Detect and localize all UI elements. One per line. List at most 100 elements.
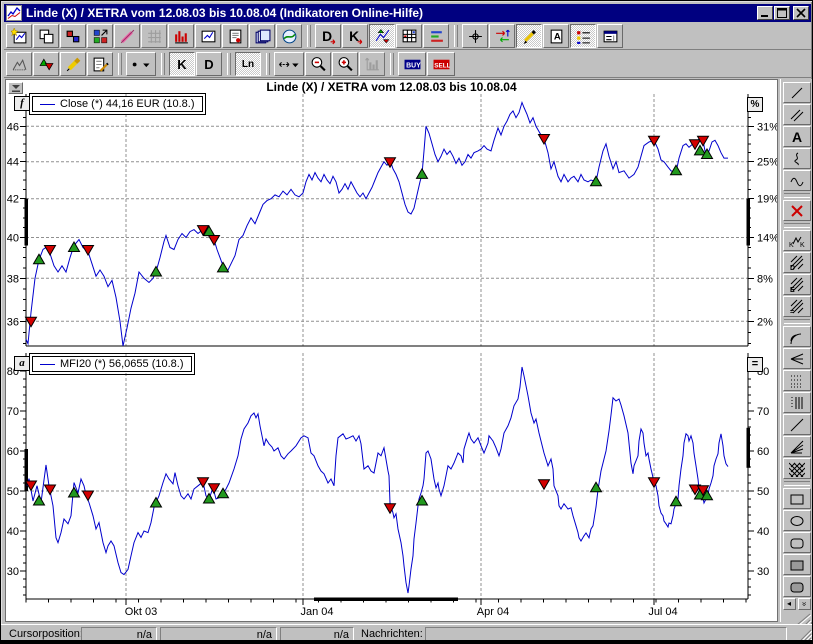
sell-button[interactable]: SELL — [427, 52, 455, 76]
mountain-chart-button[interactable] — [6, 52, 32, 76]
signal-triangles-button[interactable] — [33, 52, 59, 76]
fan-lines-tool[interactable] — [783, 436, 811, 457]
price-pane[interactable] — [26, 94, 748, 346]
trendline-tool[interactable] — [783, 414, 811, 435]
parallel-lines-tool[interactable] — [783, 104, 811, 125]
filled-round-rect-icon — [789, 579, 805, 595]
pattern-tool[interactable]: KK — [783, 230, 811, 251]
quotes-icon — [65, 28, 82, 45]
title-bar[interactable]: Linde (X) / XETRA vom 12.08.03 bis 10.08… — [4, 4, 811, 22]
time-zones-tool[interactable] — [783, 392, 811, 413]
retracement-tool[interactable] — [783, 370, 811, 391]
crosshair-button[interactable] — [462, 24, 488, 48]
crosshair-icon — [467, 28, 484, 45]
window-resize-grip[interactable] — [798, 627, 812, 641]
rounded-rect-tool[interactable] — [783, 532, 811, 553]
portfolio-button[interactable] — [87, 24, 113, 48]
d-chart-button[interactable]: D — [196, 52, 222, 76]
filled-rect-tool[interactable] — [783, 554, 811, 575]
wave-tool[interactable] — [783, 170, 811, 191]
text-page-button[interactable]: A — [543, 24, 569, 48]
maximize-button[interactable] — [774, 6, 790, 20]
line-icon — [789, 85, 805, 101]
filled-rect-icon — [789, 557, 805, 573]
log-scale-button[interactable]: Ln — [235, 52, 261, 76]
indicator-pane[interactable] — [26, 353, 748, 599]
price-tick-label: 44 — [7, 157, 19, 169]
fibonacci-arcs-tool[interactable] — [783, 326, 811, 347]
toolbar-grip — [454, 25, 458, 47]
zoom-in-icon — [337, 56, 354, 73]
marker-pen-button[interactable] — [60, 52, 86, 76]
zoom-out-button[interactable] — [305, 52, 331, 76]
fan-left-tool[interactable] — [783, 348, 811, 369]
hbar-chart-button[interactable] — [423, 24, 449, 48]
buy-icon: BUY — [404, 56, 421, 73]
draw-pen-button[interactable] — [516, 24, 542, 48]
zoom-in-button[interactable] — [332, 52, 358, 76]
ellipse-tool[interactable] — [783, 510, 811, 531]
palette-scroll-down-button[interactable]: » — [798, 598, 811, 610]
detail-panel-button[interactable] — [597, 24, 623, 48]
freehand-tool[interactable] — [783, 148, 811, 169]
hatch-lines-tool[interactable]: = — [783, 296, 811, 317]
axis-scale-button[interactable] — [359, 52, 385, 76]
k-chart-button-label: K — [177, 57, 186, 72]
indicator-tick-label: 70 — [7, 406, 19, 418]
pane-collapse-button[interactable] — [8, 82, 23, 94]
annotation-list-button[interactable] — [570, 24, 596, 48]
text-a-icon: A — [789, 129, 805, 145]
close-button[interactable] — [793, 6, 809, 20]
period-dot-dropdown[interactable] — [126, 52, 156, 76]
percent-axis-button[interactable]: % — [747, 97, 763, 112]
hatch-d-tool[interactable]: D — [783, 252, 811, 273]
histogram-button[interactable] — [168, 24, 194, 48]
text-tool[interactable]: A — [783, 126, 811, 147]
scale-axis-button[interactable]: = — [747, 357, 763, 372]
hatch-e-tool[interactable]: E — [783, 274, 811, 295]
price-pane-function-button[interactable]: f — [14, 96, 30, 111]
rectangle-tool[interactable] — [783, 488, 811, 509]
line-chart-button[interactable] — [195, 24, 221, 48]
bar-width-dropdown[interactable] — [274, 52, 304, 76]
delete-tool[interactable] — [783, 200, 811, 221]
buy-button[interactable]: BUY — [398, 52, 426, 76]
filled-rounded-rect-tool[interactable] — [783, 576, 811, 597]
page-stack-button[interactable] — [249, 24, 275, 48]
grid-view-button[interactable] — [141, 24, 167, 48]
line-chart-icon — [200, 28, 217, 45]
palette-scroll-left-button[interactable]: ◂ — [783, 598, 796, 610]
indicator-tick-label-right: 60 — [757, 446, 769, 458]
certificate-button[interactable] — [222, 24, 248, 48]
quote-list-button[interactable] — [60, 24, 86, 48]
properties-button[interactable] — [87, 52, 113, 76]
k-export-button[interactable]: K — [342, 24, 368, 48]
compare-arrows-button[interactable] — [489, 24, 515, 48]
crosshatch-tool[interactable] — [783, 458, 811, 479]
edit-pen-button[interactable] — [114, 24, 140, 48]
vertical-lines-icon — [789, 395, 805, 411]
signal-chart-button[interactable] — [369, 24, 395, 48]
indicator-tick-label-right: 40 — [757, 526, 769, 538]
arcs-icon — [789, 329, 805, 345]
draw-line-tool[interactable] — [783, 82, 811, 103]
table-chart-button[interactable] — [396, 24, 422, 48]
freehand-icon — [789, 151, 805, 167]
minimize-button[interactable] — [757, 6, 773, 20]
new-chart-icon — [11, 28, 28, 45]
k-chart-button[interactable]: K — [169, 52, 195, 76]
world-chart-button[interactable] — [276, 24, 302, 48]
indicator-pane-function-button[interactable]: a — [14, 356, 30, 371]
month-tick-label: Jan 04 — [300, 606, 333, 618]
copy-button[interactable] — [33, 24, 59, 48]
d-export-button[interactable]: D — [315, 24, 341, 48]
chart-canvas[interactable]: 4631%4425%4219%4014%388%362%808070706060… — [6, 80, 777, 621]
app-window: Linde (X) / XETRA vom 12.08.03 bis 10.08… — [0, 0, 813, 644]
palette-separator — [784, 193, 810, 198]
svg-text:D: D — [790, 265, 795, 271]
svg-text:E: E — [790, 287, 795, 293]
dotted-levels-icon — [789, 373, 805, 389]
price-tick-label: 46 — [7, 121, 19, 133]
new-chart-button[interactable] — [6, 24, 32, 48]
hbar-chart-icon — [428, 28, 445, 45]
